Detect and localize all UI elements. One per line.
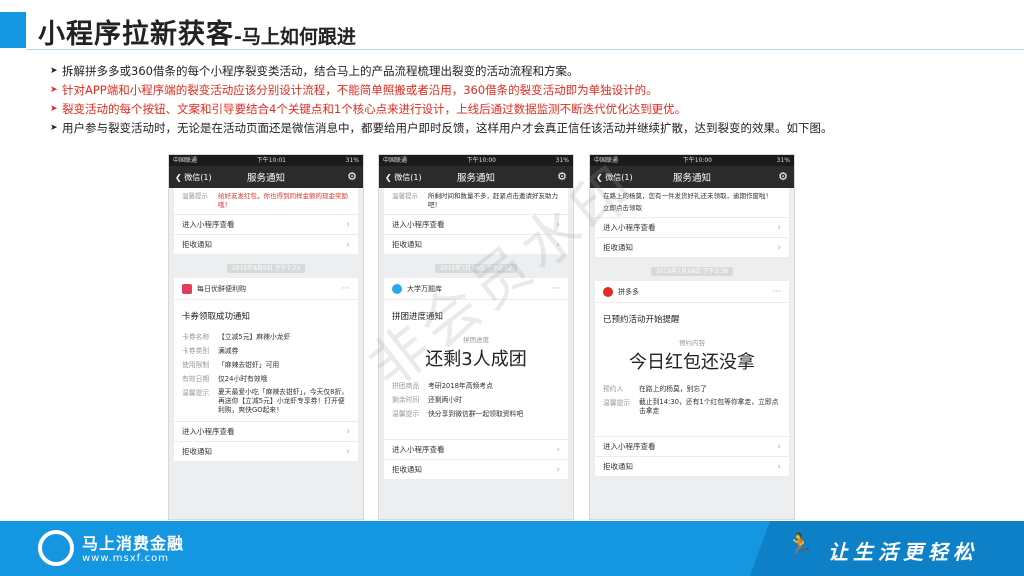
brand-url: www.msxf.com (82, 553, 169, 564)
title-divider (26, 49, 1024, 50)
status-bar: 中国联通 下午10:00 31% (379, 155, 573, 166)
tip-row: 温馨提示 给好友发红包，你也得到同样金额的现金奖励哦！ (182, 192, 348, 209)
chevron-right-icon: › (556, 239, 560, 250)
gear-icon[interactable]: ⚙ (778, 170, 788, 183)
card-header: 每日优鲜便利购 ··· (174, 278, 358, 300)
bullet-arrow-icon: ➤ (50, 66, 58, 76)
reject-notice-link[interactable]: 拒收通知 › (174, 234, 358, 254)
more-icon[interactable]: ··· (341, 284, 350, 294)
chevron-right-icon: › (777, 441, 781, 452)
enter-miniprogram-link[interactable]: 进入小程序查看 › (595, 436, 789, 456)
phone-screenshot-1: 中国联通 下午10:01 31% ❮ 微信(1) 服务通知 ⚙ 温馨提示 给好友发红包… (168, 154, 364, 520)
bullet-arrow-icon: ➤ (50, 104, 58, 114)
shop-logo-icon (603, 286, 613, 297)
shop-logo-icon (182, 283, 192, 294)
bullet-arrow-icon: ➤ (50, 123, 58, 133)
chevron-right-icon: › (556, 464, 560, 475)
message-card: 温馨提示 所剩时间和数量不多，赶紧点击邀请好友助力吧！ 进入小程序查看 › 拒收通知… (384, 188, 568, 254)
kv-row: 有效日期 仅24小时有效哦 (182, 375, 268, 383)
chevron-right-icon: › (346, 446, 350, 457)
enter-miniprogram-link[interactable]: 进入小程序查看 › (174, 214, 358, 234)
card-title: 卡券领取成功通知 (182, 312, 251, 322)
bullet-item: ➤ 用户参与裂变活动时，无论是在活动页面还是微信消息中，都要给用户即时反馈，这样用… (50, 119, 1000, 138)
gear-icon[interactable]: ⚙ (557, 170, 567, 183)
slide: 小程序拉新获客-马上如何跟进 ➤ 拆解拼多多或360借条的每个小程序裂变类活动，结… (0, 0, 1024, 576)
card-title: 已预约活动开始提醒 (603, 315, 680, 325)
more-icon[interactable]: ··· (551, 284, 560, 294)
brand-name: 马上消费金融 (82, 534, 185, 553)
runner-icon: 🏃 (786, 533, 814, 558)
kv-row: 卡券名称 【立减5元】麻辣小龙虾 (182, 333, 291, 341)
gear-icon[interactable]: ⚙ (347, 170, 357, 183)
kv-row: 温馨提示 截止到14:30，还有1个红包等你拿走，立即点击拿走 (603, 398, 779, 415)
kv-row: 使用限制 「麻辣去钳虾」可用 (182, 361, 280, 369)
bullet-item: ➤ 拆解拼多多或360借条的每个小程序裂变类活动，结合马上的产品流程梳理出裂变的活… (50, 62, 1000, 81)
footer-bar: 马上消费金融 www.msxf.com 🏃 让生活更轻松 (0, 521, 1024, 576)
message-card: 每日优鲜便利购 ··· 卡券领取成功通知 卡券名称 【立减5元】麻辣小龙虾 卡券类别… (174, 278, 358, 461)
message-timestamp: 2018年7月28日 下午2:38 (590, 266, 794, 276)
enter-miniprogram-link[interactable]: 进入小程序查看 › (174, 421, 358, 441)
enter-miniprogram-link[interactable]: 进入小程序查看 › (595, 217, 789, 237)
shop-logo-icon (392, 283, 402, 294)
enter-miniprogram-link[interactable]: 进入小程序查看 › (384, 439, 568, 459)
reject-notice-link[interactable]: 拒收通知 › (384, 459, 568, 479)
chevron-right-icon: › (346, 239, 350, 250)
card-title: 拼团进度通知 (392, 312, 444, 322)
chevron-right-icon: › (777, 222, 781, 233)
brand-logo-icon (38, 530, 74, 566)
chevron-right-icon: › (346, 426, 350, 437)
reject-notice-link[interactable]: 拒收通知 › (174, 441, 358, 461)
back-button[interactable]: ❮ 微信(1) (175, 172, 212, 183)
kv-row: 预约人 在路上的杨莫，别忘了 (603, 385, 707, 393)
chevron-right-icon: › (777, 461, 781, 472)
tip-row: 温馨提示 所剩时间和数量不多，赶紧点击邀请好友助力吧！ (392, 192, 558, 209)
kv-row: 温馨提示 快分享到微信群一起领取资料吧 (392, 410, 524, 418)
page-title: 小程序拉新获客-马上如何跟进 (38, 19, 356, 50)
tip-row: 在路上的杨莫，您有一件发货好礼还未领取，逾期作废啦！ 立即点击领取 (603, 192, 772, 212)
more-icon[interactable]: ··· (772, 287, 781, 297)
message-card: 在路上的杨莫，您有一件发货好礼还未领取，逾期作废啦！ 立即点击领取 进入小程序查看… (595, 188, 789, 257)
bullet-list: ➤ 拆解拼多多或360借条的每个小程序裂变类活动，结合马上的产品流程梳理出裂变的活… (50, 62, 1000, 138)
slogan: 让生活更轻松 (828, 540, 978, 564)
reject-notice-link[interactable]: 拒收通知 › (595, 456, 789, 476)
card-header: 大学万题库 ··· (384, 278, 568, 300)
wechat-navbar: ❮ 微信(1) 服务通知 ⚙ (169, 166, 363, 188)
card-header: 拼多多 ··· (595, 281, 789, 303)
message-card: 大学万题库 ··· 拼团进度通知 拼团进度 还剩3人成团 拼团商品 考研2018年高… (384, 278, 568, 479)
page-subtitle: -马上如何跟进 (234, 26, 356, 48)
reject-notice-link[interactable]: 拒收通知 › (384, 234, 568, 254)
reject-notice-link[interactable]: 拒收通知 › (595, 237, 789, 257)
message-card: 拼多多 ··· 已预约活动开始提醒 预约内容 今日红包还没拿 预约人 在路上的杨莫，… (595, 281, 789, 476)
status-bar: 中国联通 下午10:01 31% (169, 155, 363, 166)
title-bar: 小程序拉新获客-马上如何跟进 (0, 10, 1024, 50)
kv-row: 卡券类别 满减券 (182, 347, 239, 355)
message-timestamp: 2018年7月29日 下午2:02 (379, 263, 573, 273)
kv-row: 温馨提示 夏天最爱小吃「麻辣去钳虾」，今天仅8折，再送你【立减5元】小龙虾专享券！… (182, 388, 349, 414)
bullet-arrow-icon: ➤ (50, 85, 58, 95)
message-timestamp: 2018年8月9日 下午7:23 (169, 263, 363, 273)
chevron-right-icon: › (346, 219, 350, 230)
wechat-navbar: ❮ 微信(1) 服务通知 ⚙ (379, 166, 573, 188)
chevron-right-icon: › (777, 242, 781, 253)
message-card: 温馨提示 给好友发红包，你也得到同样金额的现金奖励哦！ 进入小程序查看 › 拒收通知… (174, 188, 358, 254)
status-bar: 中国联通 下午10:00 31% (590, 155, 794, 166)
highlight-text: 今日红包还没拿 (629, 352, 755, 373)
highlight-label: 预约内容 (679, 339, 705, 347)
back-button[interactable]: ❮ 微信(1) (596, 172, 633, 183)
title-accent (0, 12, 26, 48)
bullet-item: ➤ 针对APP端和小程序端的裂变活动应该分别设计流程，不能简单照搬或者沿用，360… (50, 81, 1000, 100)
wechat-navbar: ❮ 微信(1) 服务通知 ⚙ (590, 166, 794, 188)
highlight-label: 拼团进度 (463, 336, 489, 344)
highlight-text: 还剩3人成团 (425, 349, 527, 370)
back-button[interactable]: ❮ 微信(1) (385, 172, 422, 183)
kv-row: 剩余时间 还剩两小时 (392, 396, 462, 404)
chevron-right-icon: › (556, 444, 560, 455)
phone-screenshot-2: 中国联通 下午10:00 31% ❮ 微信(1) 服务通知 ⚙ 温馨提示 所剩时间和数… (378, 154, 574, 520)
bullet-item: ➤ 裂变活动的每个按钮、文案和引导要结合4个关键点和1个核心点来进行设计，上线后通… (50, 100, 1000, 119)
phone-screenshot-3: 中国联通 下午10:00 31% ❮ 微信(1) 服务通知 ⚙ 在路上的杨莫，您有一… (589, 154, 795, 520)
chevron-right-icon: › (556, 219, 560, 230)
kv-row: 拼团商品 考研2018年高频考点 (392, 382, 493, 390)
enter-miniprogram-link[interactable]: 进入小程序查看 › (384, 214, 568, 234)
